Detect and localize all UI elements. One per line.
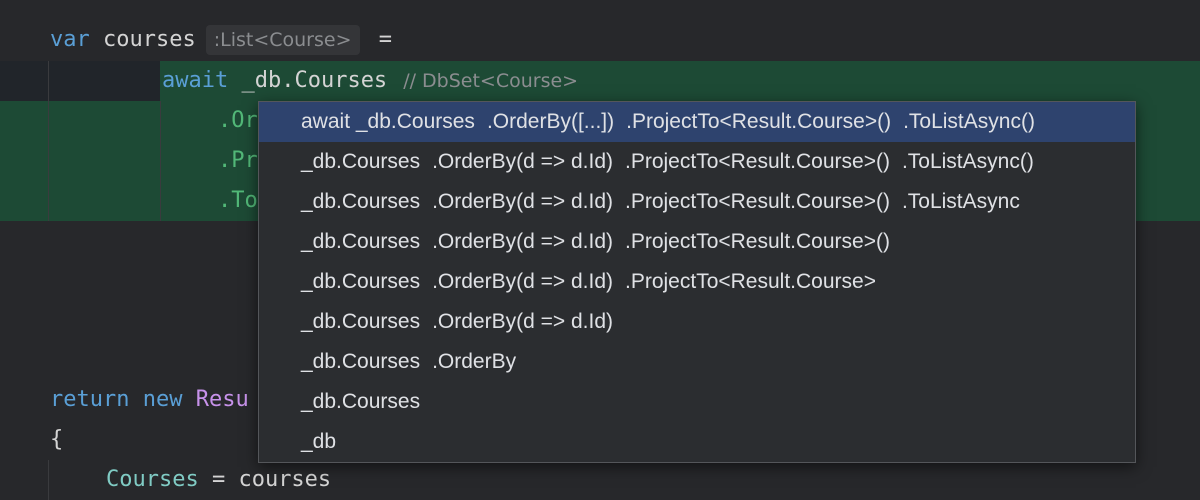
completion-segment: .OrderBy(d => d.Id) — [432, 150, 613, 173]
completion-segment: .OrderBy(d => d.Id) — [432, 230, 613, 253]
code-line-6[interactable]: return new Resu — [50, 380, 249, 420]
completion-segment: .ToListAsync() — [901, 150, 1034, 173]
indent-guide — [160, 101, 161, 221]
indent-guide — [48, 460, 49, 500]
completion-segment: .OrderBy — [432, 350, 517, 373]
code-line-5[interactable]: .To — [218, 181, 258, 221]
completion-segment: _db.Courses — [301, 270, 421, 293]
method-projectto-partial: .Pr — [218, 148, 258, 173]
completion-segment: _db.Courses — [301, 390, 421, 413]
type-comment-hint: // DbSet<Course> — [403, 70, 579, 92]
completion-segment: _db — [301, 430, 337, 453]
completion-item[interactable]: _db.Courses .OrderBy — [259, 342, 1135, 382]
completion-segment: .OrderBy(d => d.Id) — [432, 190, 613, 213]
completion-segment: _db.Courses — [301, 310, 421, 333]
code-line-2[interactable]: await _db.Courses // DbSet<Course> — [162, 61, 578, 101]
completion-segment: .OrderBy(d => d.Id) — [432, 270, 613, 293]
code-line-7[interactable]: { — [50, 420, 63, 460]
completion-item[interactable]: _db — [259, 422, 1135, 462]
keyword-var: var — [50, 27, 90, 52]
completion-segment: .OrderBy(d => d.Id) — [432, 310, 613, 333]
completion-segment: .ProjectTo<Result.Course>() — [625, 150, 890, 173]
type-inlay-hint: :List<Course> — [205, 25, 360, 55]
code-line-1[interactable]: var courses :List<Course> = — [50, 20, 392, 60]
completion-segment: await _db.Courses — [301, 110, 475, 133]
completion-item[interactable]: _db.Courses .OrderBy(d => d.Id) .ProjectTo… — [259, 142, 1135, 182]
code-line-3[interactable]: .Or — [218, 101, 258, 141]
completion-popup[interactable]: await _db.Courses .OrderBy([...]) .Project… — [258, 101, 1136, 463]
completion-segment: .ProjectTo<Result.Course>() — [625, 230, 890, 253]
completion-segment: _db.Courses — [301, 230, 421, 253]
completion-item[interactable]: _db.Courses — [259, 382, 1135, 422]
indent-guide — [48, 61, 49, 221]
completion-segment: .ToListAsync — [901, 190, 1020, 213]
completion-segment: .ProjectTo<Result.Course> — [625, 270, 876, 293]
completion-segment: .ToListAsync() — [903, 110, 1035, 133]
keyword-await: await — [162, 68, 229, 93]
type-result-partial: Resu — [195, 387, 249, 412]
keyword-new: new — [142, 387, 183, 412]
completion-item[interactable]: _db.Courses .OrderBy(d => d.Id) .ProjectTo… — [259, 262, 1135, 302]
keyword-return: return — [50, 387, 130, 412]
completion-item[interactable]: _db.Courses .OrderBy(d => d.Id) — [259, 302, 1135, 342]
property-courses: Courses — [106, 467, 199, 492]
method-tolistasync-partial: .To — [218, 188, 258, 213]
completion-segment: .ProjectTo<Result.Course>() — [626, 110, 892, 133]
completion-item[interactable]: await _db.Courses .OrderBy([...]) .Project… — [259, 102, 1135, 142]
variable-courses: courses — [103, 27, 196, 52]
completion-segment: _db.Courses — [301, 190, 421, 213]
completion-segment: _db.Courses — [301, 150, 421, 173]
completion-segment: _db.Courses — [301, 350, 421, 373]
method-orderby-partial: .Or — [218, 108, 258, 133]
open-brace: { — [50, 427, 64, 452]
code-line-8[interactable]: Courses = courses — [106, 460, 331, 500]
assignment-operator: = — [378, 27, 393, 52]
code-line-4[interactable]: .Pr — [218, 141, 258, 181]
completion-item[interactable]: _db.Courses .OrderBy(d => d.Id) .ProjectTo… — [259, 222, 1135, 262]
completion-segment: .OrderBy([...]) — [486, 110, 615, 133]
completion-segment: .ProjectTo<Result.Course>() — [625, 190, 890, 213]
expression-db-courses: _db.Courses — [241, 68, 388, 93]
assignment-courses: = courses — [198, 467, 332, 492]
completion-item[interactable]: _db.Courses .OrderBy(d => d.Id) .ProjectTo… — [259, 182, 1135, 222]
